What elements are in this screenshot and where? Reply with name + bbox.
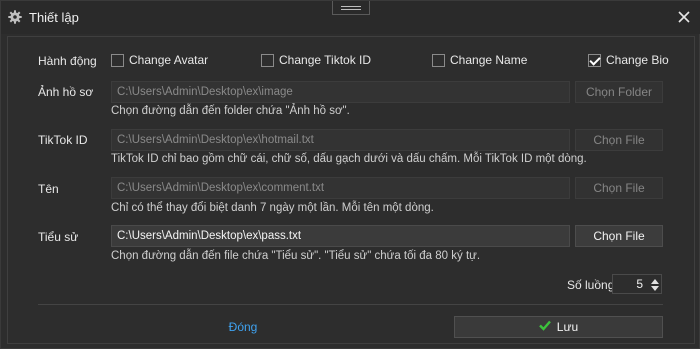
checkbox-label: Change Avatar xyxy=(129,53,209,67)
name-label: Tên xyxy=(38,182,59,196)
choose-file-button[interactable]: Chọn File xyxy=(575,177,663,199)
checkbox-box xyxy=(432,53,445,67)
checkbox-label: Change Name xyxy=(450,53,528,67)
name-path-input[interactable]: C:\Users\Admin\Desktop\ex\comment.txt xyxy=(111,177,570,199)
footer-divider xyxy=(38,304,663,305)
check-icon xyxy=(538,320,551,334)
tiktok-id-hint: TikTok ID chỉ bao gồm chữ cái, chữ số, d… xyxy=(111,153,587,165)
change-bio-checkbox[interactable]: Change Bio xyxy=(588,53,669,67)
checkbox-label: Change Bio xyxy=(606,53,669,67)
increment-icon[interactable] xyxy=(651,279,659,284)
avatar-hint: Chọn đường dẫn đến folder chứa "Ảnh hồ s… xyxy=(111,105,350,117)
checkbox-label: Change Tiktok ID xyxy=(279,53,372,67)
change-avatar-checkbox[interactable]: Change Avatar xyxy=(111,53,208,67)
choose-file-button[interactable]: Chọn File xyxy=(575,225,663,247)
window-title: Thiết lập xyxy=(29,10,79,25)
avatar-path-input[interactable]: C:\Users\Admin\Desktop\ex\image xyxy=(111,81,570,103)
actions-label: Hành động xyxy=(38,54,97,68)
choose-folder-button[interactable]: Chọn Folder xyxy=(575,81,663,103)
change-name-checkbox[interactable]: Change Name xyxy=(432,53,527,67)
avatar-label: Ảnh hồ sơ xyxy=(38,85,94,99)
checkbox-box-checked xyxy=(588,53,601,67)
choose-file-button[interactable]: Chọn File xyxy=(575,129,663,151)
save-button[interactable]: Lưu xyxy=(454,316,663,338)
checkbox-box xyxy=(261,53,274,67)
close-button[interactable]: Đóng xyxy=(38,316,448,338)
gear-icon xyxy=(8,10,22,24)
save-label: Lưu xyxy=(556,320,579,334)
bio-path-input[interactable]: C:\Users\Admin\Desktop\ex\pass.txt xyxy=(111,225,570,247)
bio-hint: Chọn đường dẫn đến file chứa "Tiểu sử". … xyxy=(111,250,481,262)
thread-count-label: Số luồng xyxy=(567,278,615,292)
decrement-icon[interactable] xyxy=(651,286,659,291)
change-tiktok-id-checkbox[interactable]: Change Tiktok ID xyxy=(261,53,371,67)
settings-dialog: Thiết lập Hành động Change Avatar Change… xyxy=(0,0,700,349)
drag-handle[interactable] xyxy=(332,1,370,15)
tiktok-id-path-input[interactable]: C:\Users\Admin\Desktop\ex\hotmail.txt xyxy=(111,129,570,151)
name-hint: Chỉ có thể thay đổi biệt danh 7 ngày một… xyxy=(111,202,434,214)
close-icon[interactable] xyxy=(674,7,694,27)
title-bar[interactable]: Thiết lập xyxy=(1,1,700,34)
thread-count-value: 5 xyxy=(636,277,643,291)
bio-label: Tiểu sử xyxy=(38,230,79,244)
thread-count-stepper[interactable]: 5 xyxy=(612,274,662,294)
tiktok-id-label: TikTok ID xyxy=(38,133,88,147)
checkbox-box xyxy=(111,53,124,67)
